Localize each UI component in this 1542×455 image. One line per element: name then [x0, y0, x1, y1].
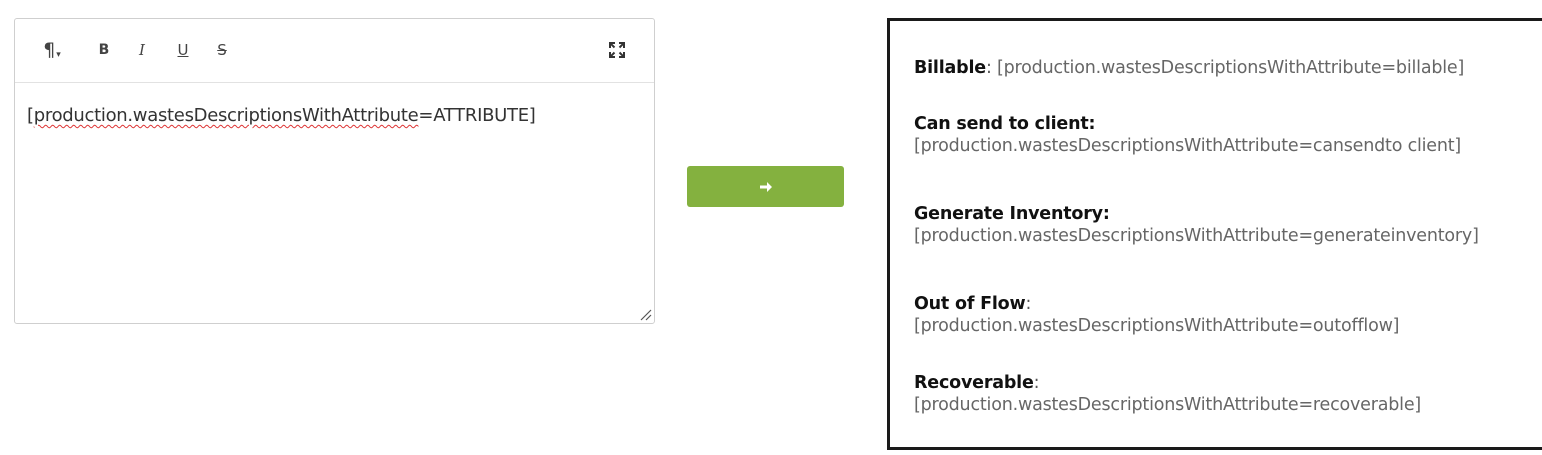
editor-content[interactable]: [production.wastesDescriptionsWithAttrib… [15, 83, 654, 126]
entry-label: Generate Inventory: [914, 204, 1110, 224]
resize-handle-icon[interactable] [638, 307, 652, 321]
entry-separator: : [985, 58, 998, 78]
entry-separator: : [1025, 294, 1032, 314]
output-entry: Recoverable: [production.wastesDescripti… [914, 372, 1421, 416]
entry-value: [production.wastesDescriptionsWithAttrib… [914, 226, 1479, 246]
output-entry: Can send to client: [production.wastesDe… [914, 113, 1461, 157]
content-suffix: =ATTRIBUTE] [418, 105, 536, 126]
convert-button[interactable] [687, 166, 844, 207]
entry-value: [production.wastesDescriptionsWithAttrib… [914, 316, 1400, 336]
misspelled-token: production.wastesDescriptionsWithAttribu… [33, 105, 419, 126]
caret-down-icon: ▾ [56, 50, 61, 60]
entry-label: Out of Flow [914, 294, 1026, 314]
italic-button[interactable]: I [131, 35, 153, 65]
output-entry: Generate Inventory: [production.wastesDe… [914, 203, 1479, 247]
pilcrow-icon: ¶ [43, 39, 56, 61]
entry-value: [production.wastesDescriptionsWithAttrib… [997, 58, 1465, 78]
fullscreen-button[interactable] [606, 35, 628, 65]
entry-label: Recoverable [914, 373, 1034, 393]
content-prefix: [ [27, 105, 34, 126]
output-preview: Billable: [production.wastesDescriptions… [887, 18, 1542, 450]
underline-button[interactable]: U [172, 35, 194, 65]
entry-label: Billable [914, 58, 986, 78]
entry-value: [production.wastesDescriptionsWithAttrib… [914, 395, 1422, 415]
entry-label: Can send to client: [914, 114, 1096, 134]
rich-text-editor: ¶ ▾ B I U S [production.wastesDescription… [14, 18, 655, 324]
arrow-right-icon [759, 181, 772, 192]
entry-value: [production.wastesDescriptionsWithAttrib… [914, 136, 1462, 156]
output-entry: Out of Flow: [production.wastesDescripti… [914, 293, 1400, 337]
paragraph-format-button[interactable]: ¶ ▾ [41, 35, 63, 65]
bold-button[interactable]: B [93, 35, 115, 65]
entry-separator: : [1033, 373, 1040, 393]
editor-toolbar: ¶ ▾ B I U S [15, 19, 654, 83]
strikethrough-button[interactable]: S [211, 35, 233, 65]
output-entry: Billable: [production.wastesDescriptions… [914, 57, 1464, 79]
fullscreen-icon [609, 42, 625, 58]
